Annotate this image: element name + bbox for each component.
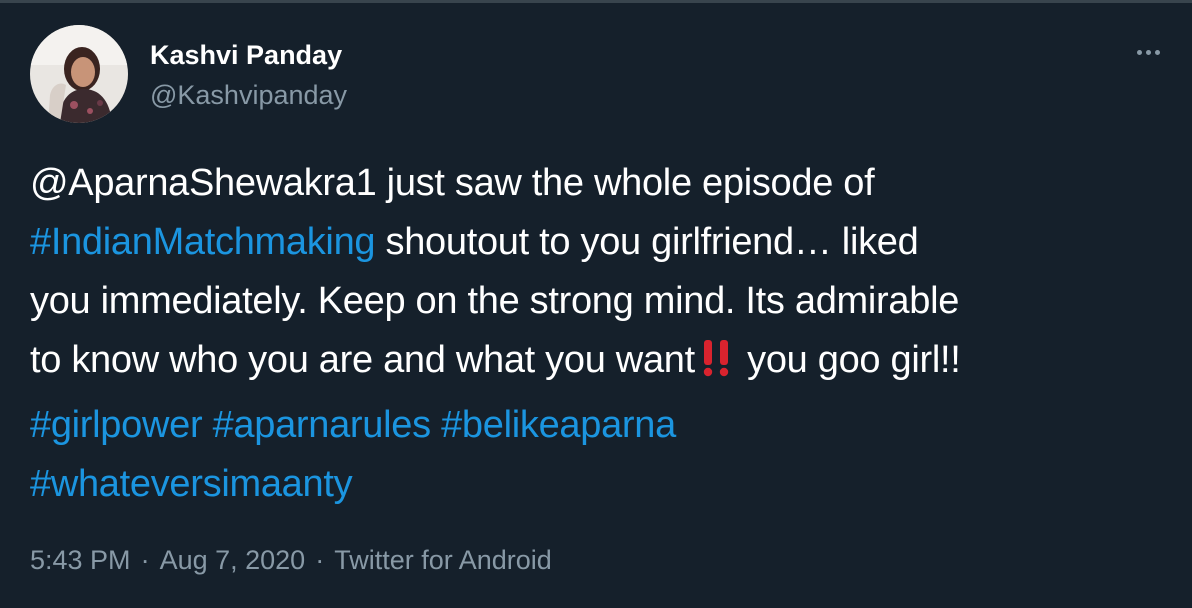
tweet-text-line: to know who you are and what you want yo… [30, 331, 1170, 396]
tweet-card: Kashvi Panday @Kashvipanday @AparnaShewa… [0, 0, 1192, 608]
hashtag-link[interactable]: #belikeaparna [441, 404, 676, 446]
more-options-button[interactable] [1128, 34, 1168, 70]
tweet-text-segment: to know who you are and what you want [30, 339, 695, 381]
more-horizontal-icon-dot [1154, 49, 1160, 55]
hashtag-link[interactable]: #IndianMatchmaking [30, 221, 376, 263]
hashtag-link[interactable]: #whateversimaanty [30, 463, 353, 505]
more-horizontal-icon [1136, 49, 1142, 55]
tweet-source[interactable]: Twitter for Android [334, 545, 552, 575]
tweet-text-line: #whateversimaanty [30, 455, 1170, 514]
tweet-text-segment: you goo girl!! [736, 339, 961, 381]
tweet-meta: 5:43 PM · Aug 7, 2020 · Twitter for Android [30, 542, 552, 578]
user-handle[interactable]: @Kashvipanday [150, 78, 347, 112]
tweet-text-segment: @AparnaShewakra1 [30, 162, 377, 204]
tweet-text: @AparnaShewakra1 just saw the whole epis… [30, 154, 1170, 514]
tweet-text-segment [202, 404, 212, 446]
tweet-text-segment: shoutout to you girlfriend… liked [375, 221, 919, 263]
avatar-photo [30, 25, 128, 123]
tweet-time[interactable]: 5:43 PM [30, 545, 131, 575]
author-block[interactable]: Kashvi Panday @Kashvipanday [150, 38, 347, 112]
tweet-text-line: #girlpower #aparnarules #belikeaparna [30, 396, 1170, 455]
tweet-text-line: #IndianMatchmaking shoutout to you girlf… [30, 213, 1170, 272]
display-name[interactable]: Kashvi Panday [150, 38, 347, 72]
meta-separator: · [315, 545, 325, 575]
tweet-text-line: you immediately. Keep on the strong mind… [30, 272, 1170, 331]
tweet-text-segment [431, 404, 441, 446]
tweet-date[interactable]: Aug 7, 2020 [160, 545, 306, 575]
more-horizontal-icon-dot [1145, 49, 1151, 55]
hashtag-link[interactable]: #girlpower [30, 404, 203, 446]
tweet-text-segment: you immediately. Keep on the strong mind… [30, 280, 960, 322]
double-exclamation-emoji-icon [699, 337, 735, 396]
avatar[interactable] [30, 25, 128, 123]
meta-separator: · [140, 545, 150, 575]
tweet-text-line: @AparnaShewakra1 just saw the whole epis… [30, 154, 1170, 213]
hashtag-link[interactable]: #aparnarules [213, 404, 432, 446]
tweet-text-segment: just saw the whole episode of [376, 162, 875, 204]
